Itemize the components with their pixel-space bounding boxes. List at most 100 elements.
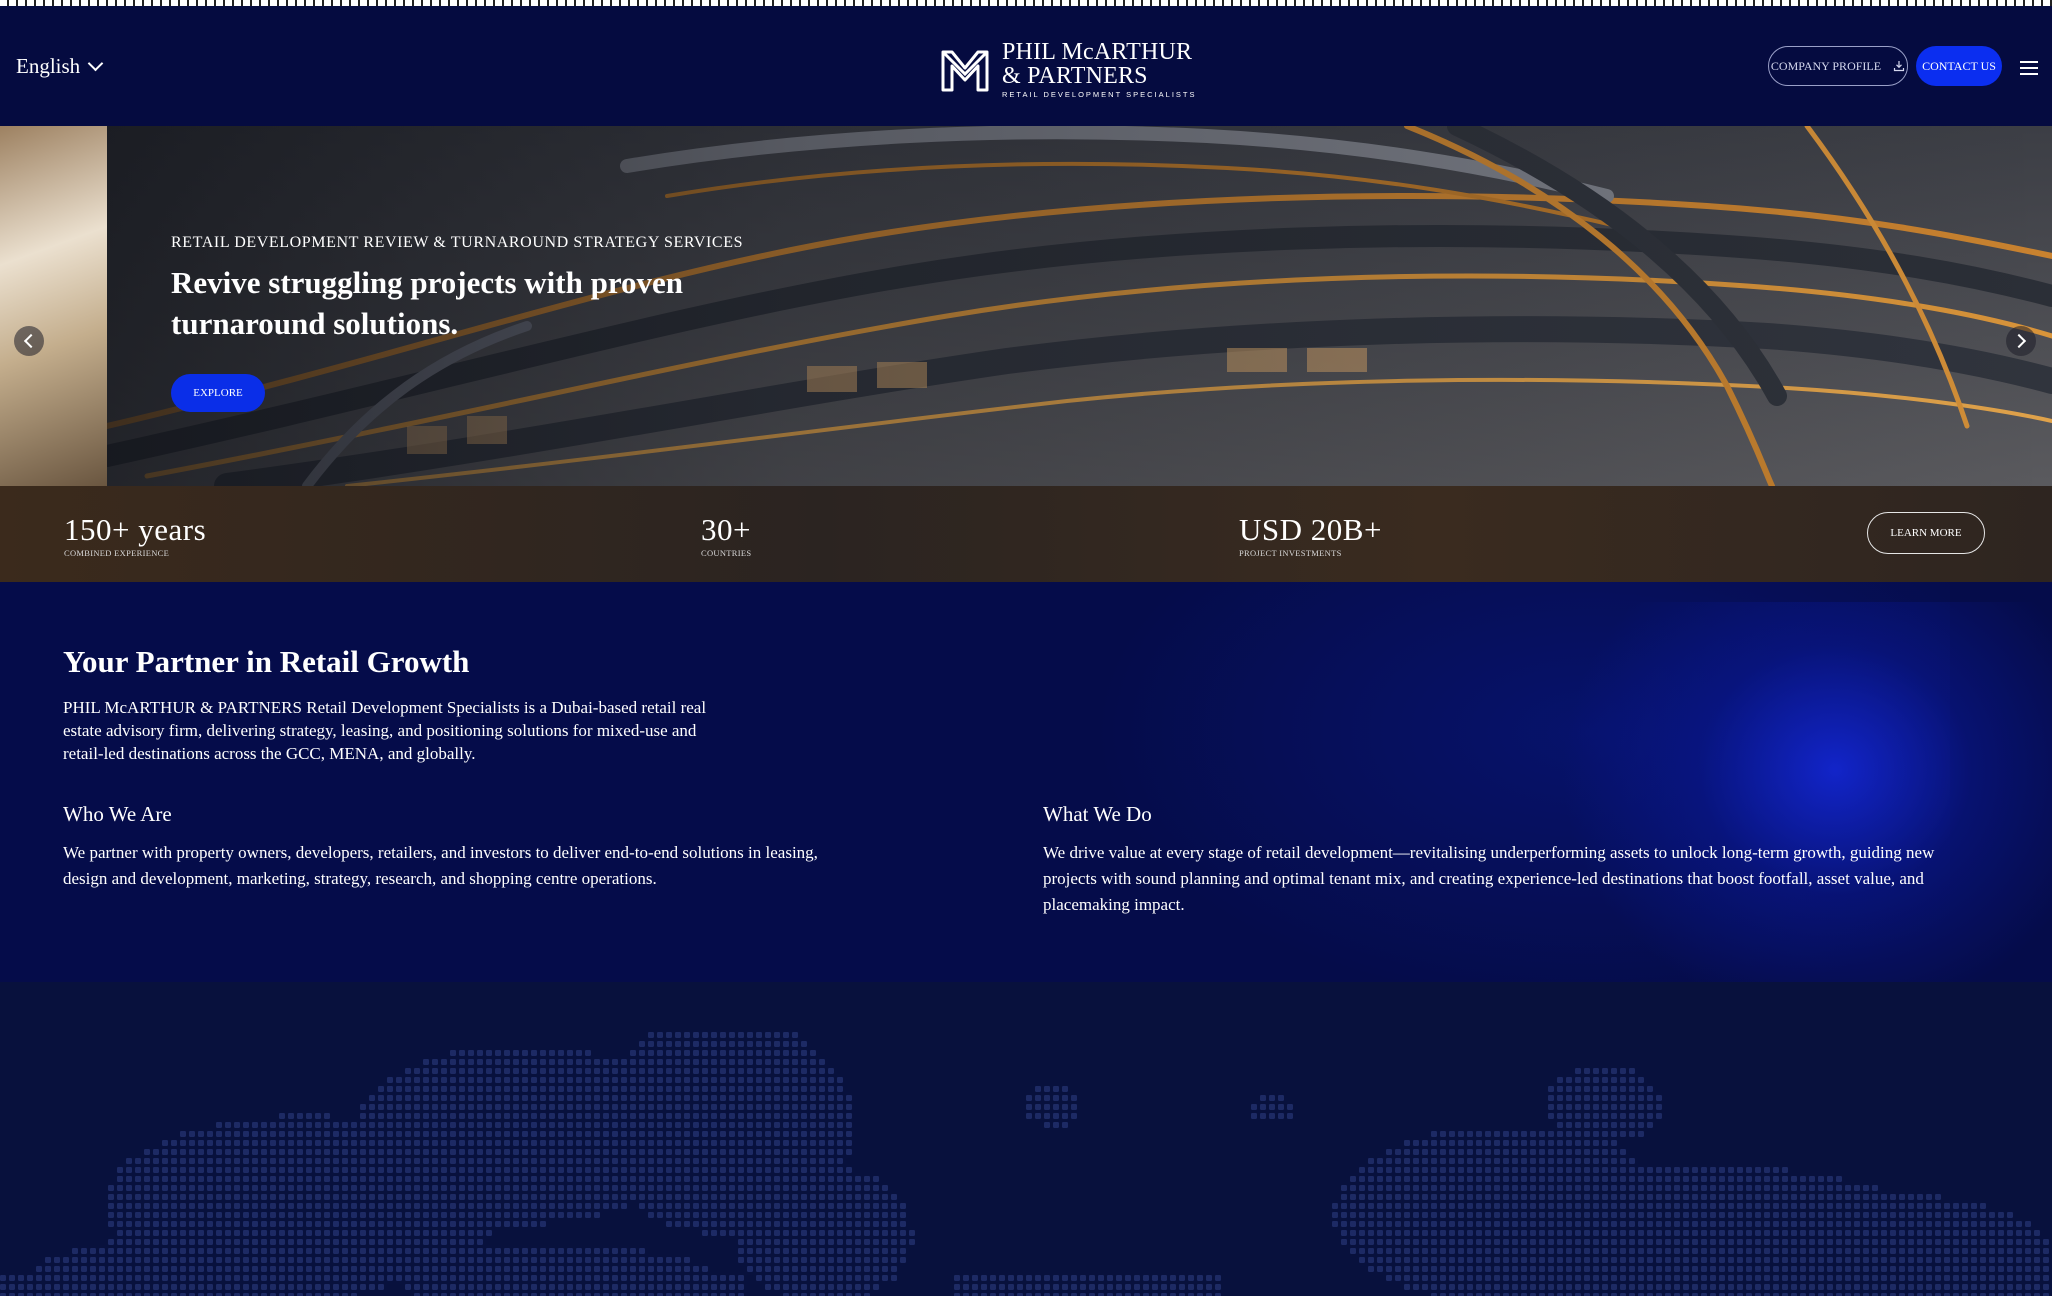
map-dot (585, 1167, 591, 1173)
map-dot (342, 1131, 348, 1137)
map-dot (504, 1077, 510, 1083)
map-dot (1494, 1257, 1500, 1263)
map-dot (1575, 1167, 1581, 1173)
map-dot (1116, 1284, 1122, 1290)
map-dot (396, 1230, 402, 1236)
map-dot (279, 1284, 285, 1290)
map-dot (1485, 1284, 1491, 1290)
map-dot (1476, 1230, 1482, 1236)
map-dot (801, 1248, 807, 1254)
map-dot (1521, 1185, 1527, 1191)
map-dot (1593, 1086, 1599, 1092)
map-dot (495, 1176, 501, 1182)
map-dot (774, 1050, 780, 1056)
map-dot (432, 1203, 438, 1209)
map-dot (540, 1095, 546, 1101)
map-dot (819, 1248, 825, 1254)
map-dot (1773, 1266, 1779, 1272)
language-selector[interactable]: English (16, 54, 104, 79)
map-dot (1368, 1230, 1374, 1236)
map-dot (495, 1212, 501, 1218)
map-dot (702, 1059, 708, 1065)
map-dot (234, 1212, 240, 1218)
map-dot (684, 1176, 690, 1182)
map-dot (603, 1068, 609, 1074)
map-dot (1647, 1275, 1653, 1281)
map-dot (1512, 1230, 1518, 1236)
map-dot (738, 1284, 744, 1290)
map-dot (1719, 1257, 1725, 1263)
map-dot (315, 1122, 321, 1128)
map-dot (1674, 1221, 1680, 1227)
map-dot (234, 1284, 240, 1290)
map-dot (423, 1257, 429, 1263)
map-dot (702, 1140, 708, 1146)
company-profile-button[interactable]: COMPANY PROFILE (1768, 46, 1908, 86)
map-dot (729, 1194, 735, 1200)
map-dot (1899, 1203, 1905, 1209)
map-dot (171, 1176, 177, 1182)
map-dot (756, 1095, 762, 1101)
map-dot (216, 1230, 222, 1236)
map-dot (1152, 1275, 1158, 1281)
map-dot (666, 1068, 672, 1074)
map-dot (423, 1068, 429, 1074)
hamburger-menu-icon[interactable] (2020, 61, 2038, 75)
learn-more-button[interactable]: LEARN MORE (1867, 512, 1985, 554)
explore-button[interactable]: EXPLORE (171, 374, 265, 412)
map-dot (288, 1221, 294, 1227)
map-dot (405, 1248, 411, 1254)
map-dot (603, 1248, 609, 1254)
map-dot (1566, 1275, 1572, 1281)
map-dot (639, 1068, 645, 1074)
map-dot (540, 1158, 546, 1164)
map-dot (864, 1212, 870, 1218)
map-dot (333, 1185, 339, 1191)
map-dot (1629, 1266, 1635, 1272)
map-dot (819, 1239, 825, 1245)
map-dot (1575, 1239, 1581, 1245)
map-dot (450, 1095, 456, 1101)
map-dot (900, 1221, 906, 1227)
map-dot (261, 1230, 267, 1236)
map-dot (846, 1185, 852, 1191)
map-dot (1791, 1203, 1797, 1209)
map-dot (1566, 1158, 1572, 1164)
map-dot (711, 1095, 717, 1101)
carousel-next-button[interactable] (2006, 326, 2036, 356)
map-dot (621, 1194, 627, 1200)
map-dot (342, 1149, 348, 1155)
map-dot (1575, 1284, 1581, 1290)
map-dot (207, 1266, 213, 1272)
map-dot (477, 1167, 483, 1173)
contact-us-button[interactable]: CONTACT US (1916, 46, 2002, 86)
map-dot (666, 1086, 672, 1092)
map-dot (1899, 1266, 1905, 1272)
map-dot (657, 1158, 663, 1164)
map-dot (477, 1284, 483, 1290)
map-dot (720, 1194, 726, 1200)
map-dot (621, 1203, 627, 1209)
map-dot (1611, 1230, 1617, 1236)
map-dot (495, 1185, 501, 1191)
map-dot (504, 1086, 510, 1092)
map-dot (1917, 1257, 1923, 1263)
map-dot (1998, 1266, 2004, 1272)
map-dot (612, 1248, 618, 1254)
carousel-prev-button[interactable] (14, 326, 44, 356)
map-dot (666, 1122, 672, 1128)
map-dot (1440, 1131, 1446, 1137)
map-dot (738, 1122, 744, 1128)
site-logo[interactable]: PHIL McARTHUR & PARTNERS RETAIL DEVELOPM… (940, 40, 1196, 99)
map-dot (1449, 1248, 1455, 1254)
map-dot (621, 1131, 627, 1137)
map-dot (342, 1248, 348, 1254)
map-dot (567, 1212, 573, 1218)
map-dot (126, 1221, 132, 1227)
map-dot (180, 1176, 186, 1182)
map-dot (1413, 1140, 1419, 1146)
map-dot (522, 1284, 528, 1290)
map-dot (1413, 1185, 1419, 1191)
map-dot (720, 1167, 726, 1173)
map-dot (153, 1257, 159, 1263)
